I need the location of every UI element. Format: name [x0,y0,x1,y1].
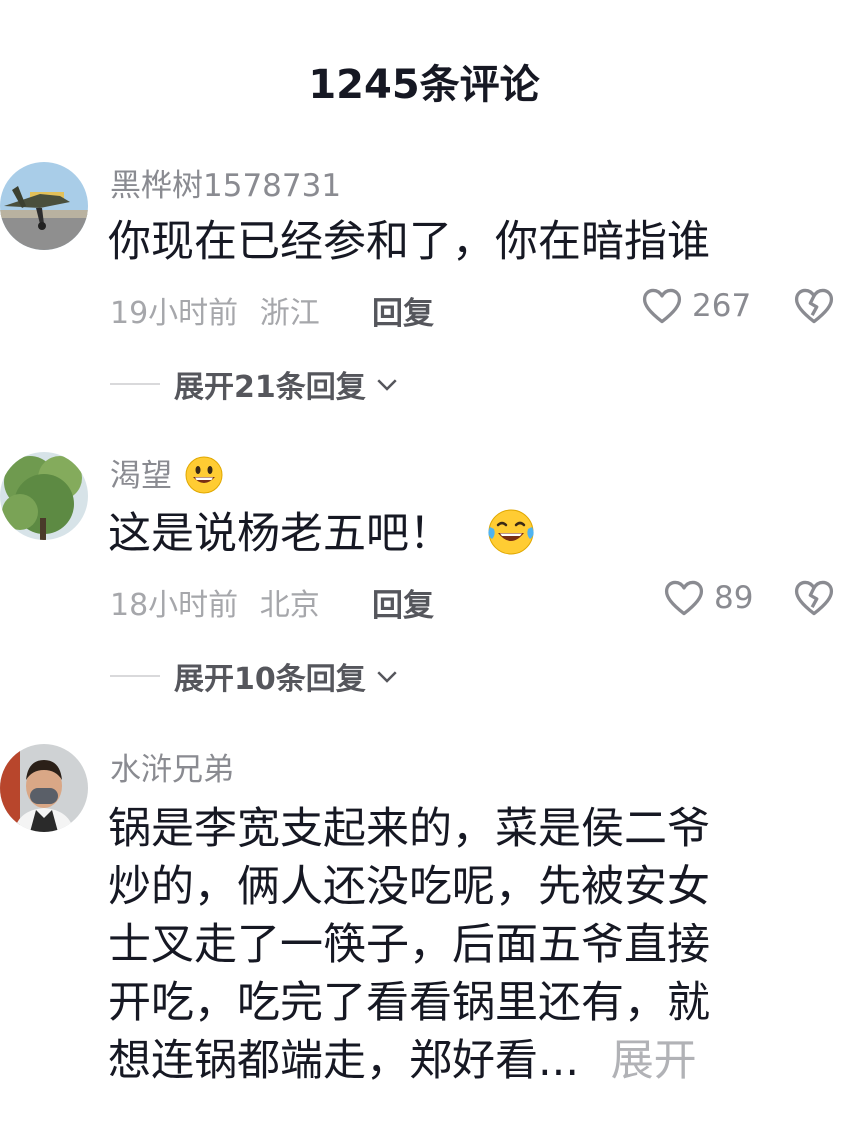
expand-replies-label: 展开21条回复 [174,370,366,405]
broken-heart-icon[interactable] [792,284,836,328]
chevron-down-icon [377,671,397,683]
comments-page: 1245条评论 黑桦树1578731 你现在已经参和了，你在暗指谁 19小时前 … [0,0,848,1131]
comments-count-title: 1245条评论 [308,62,540,108]
divider [110,383,160,385]
like-button[interactable]: 267 [640,284,751,328]
grinning-face-emoji [185,456,223,493]
comment-location: 浙江 [259,296,320,331]
comment-text: 锅是李宽支起来的，菜是侯二爷 炒的，俩人还没吃呢，先被安女 士叉走了一筷子，后面… [108,804,710,1086]
crying-laughing-emoji [488,509,534,554]
expand-replies-button[interactable]: 展开10条回复 [110,654,402,698]
like-count: 267 [692,288,752,324]
reply-button[interactable]: 回复 [372,288,434,333]
avatar[interactable] [0,162,88,250]
comment-time: 18小时前 [110,588,239,623]
comment-username[interactable]: 渴望 [110,450,224,495]
expand-text-button[interactable]: 展开 [611,1036,697,1086]
comment-meta: 18小时前 北京 [110,580,320,624]
avatar[interactable] [0,452,88,540]
like-count: 89 [714,580,754,616]
comment-username[interactable]: 水浒兄弟 [110,744,234,789]
comment-text: 这是说杨老五吧！ [108,504,538,564]
heart-outline-icon [642,288,682,324]
divider [110,675,160,677]
comment-username[interactable]: 黑桦树1578731 [110,160,341,205]
comment-meta: 19小时前 浙江 [110,288,320,332]
comment-text: 你现在已经参和了，你在暗指谁 [108,217,710,267]
reply-button[interactable]: 回复 [372,580,434,625]
comment-location: 北京 [259,588,320,623]
comment-time: 19小时前 [110,296,239,331]
expand-replies-label: 展开10条回复 [174,662,366,697]
avatar[interactable] [0,744,88,832]
expand-replies-button[interactable]: 展开21条回复 [110,362,402,406]
like-button[interactable]: 89 [662,576,753,620]
chevron-down-icon [377,379,397,391]
broken-heart-icon[interactable] [792,576,836,620]
heart-outline-icon [664,580,704,616]
